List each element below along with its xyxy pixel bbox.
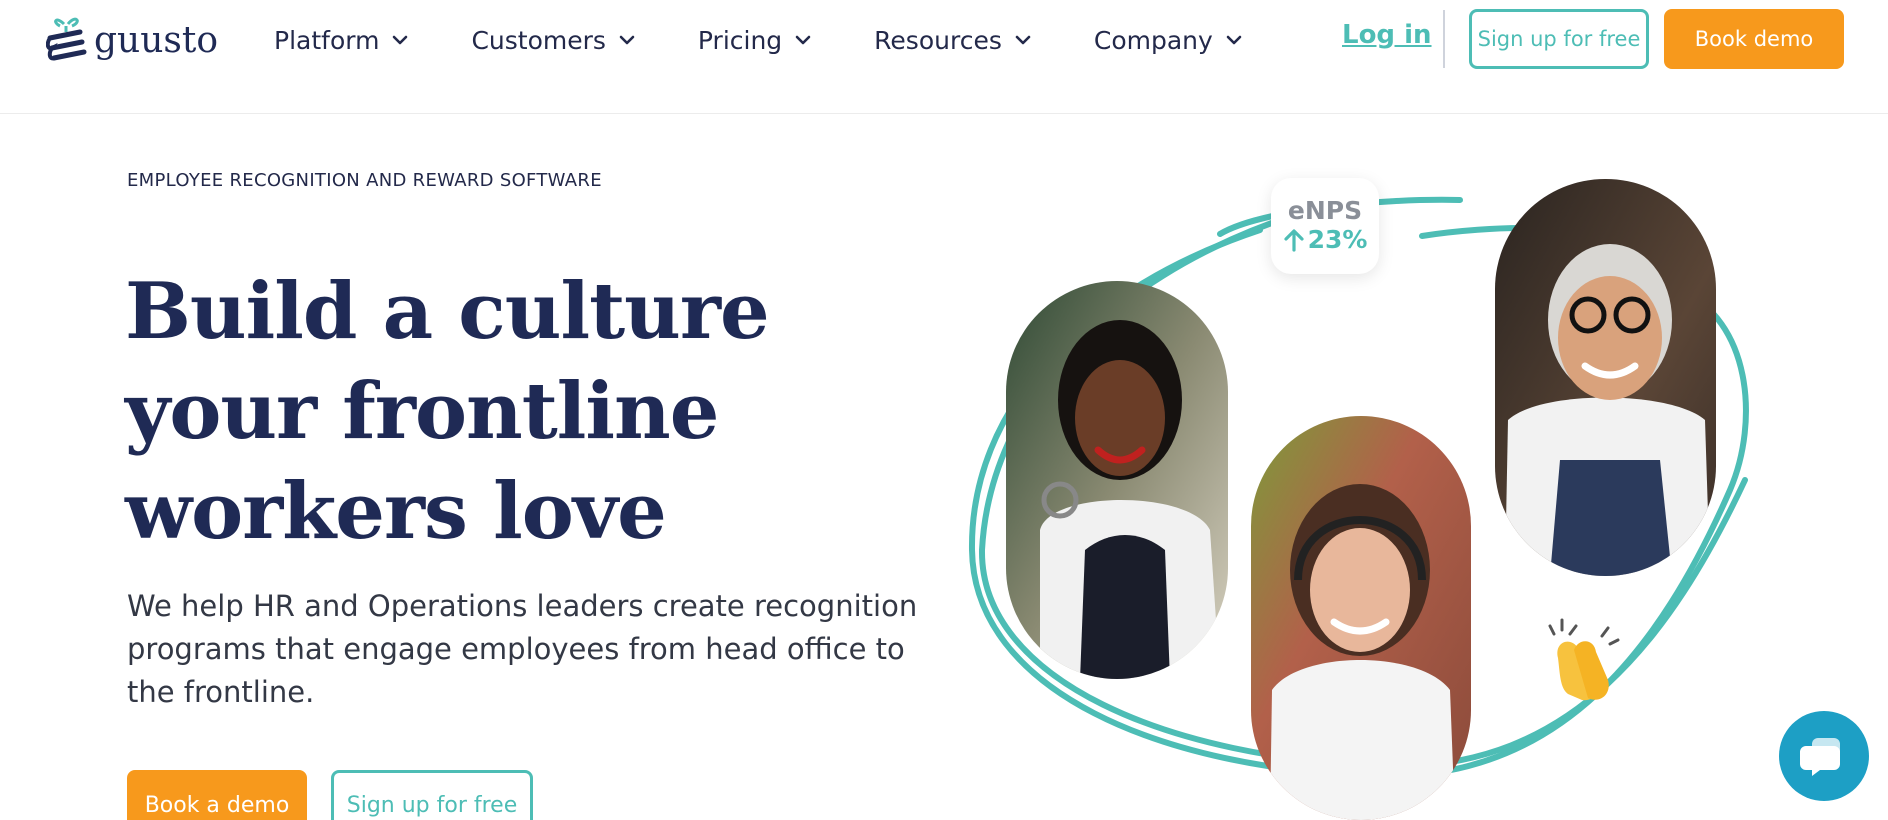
photo-support-agent [1251, 416, 1471, 820]
gift-logo-icon [46, 17, 87, 61]
nav-item-label: Pricing [697, 25, 783, 55]
hero-headline: Build a culture your frontline workers l… [125, 266, 770, 557]
enps-label: eNPS [1287, 196, 1363, 225]
chevron-down-icon [795, 35, 811, 45]
chevron-down-icon [1015, 35, 1031, 45]
chevron-down-icon [1226, 35, 1242, 45]
nav-item-label: Platform [274, 25, 380, 55]
hero-illustration [968, 179, 1749, 820]
enps-value: 23% [1307, 225, 1368, 254]
arrow-up-icon [1283, 229, 1304, 252]
nav-item-label: Company [1093, 25, 1213, 55]
enps-badge: eNPS 23% [1271, 178, 1379, 274]
nav-item-company[interactable]: Company [1094, 26, 1243, 55]
book-a-demo-button[interactable]: Book a demo [127, 770, 307, 820]
site-header: guusto Platform Customers Pricing Resour… [0, 0, 1888, 114]
header-signup-button[interactable]: Sign up for free [1469, 9, 1649, 69]
photo-senior-worker [1495, 179, 1716, 576]
brand-name: guusto [94, 19, 219, 61]
nav-divider [1443, 10, 1445, 68]
guusto-logo[interactable]: guusto [46, 12, 218, 68]
chat-widget-button[interactable] [1779, 711, 1869, 801]
login-link[interactable]: Log in [1342, 20, 1432, 50]
nav-item-pricing[interactable]: Pricing [698, 26, 812, 55]
nav-item-customers[interactable]: Customers [471, 26, 635, 55]
enps-value-row: 23% [1283, 225, 1368, 255]
header-book-demo-button[interactable]: Book demo [1664, 9, 1844, 69]
signup-free-button[interactable]: Sign up for free [331, 770, 533, 820]
chat-icon [1800, 738, 1840, 776]
nav-item-resources[interactable]: Resources [874, 26, 1032, 55]
clapping-hands-icon [1548, 618, 1620, 701]
nav-item-platform[interactable]: Platform [274, 26, 409, 55]
nav-item-label: Resources [874, 25, 1002, 55]
hero-subtext: We help HR and Operations leaders create… [127, 589, 918, 709]
chevron-down-icon [393, 35, 408, 45]
chevron-down-icon [619, 35, 635, 45]
hero-eyebrow: EMPLOYEE RECOGNITION AND REWARD SOFTWARE [127, 170, 602, 191]
nav-item-label: Customers [471, 25, 606, 55]
photo-healthcare-worker [1006, 281, 1228, 679]
main-nav: Platform Customers Pricing Resources Com… [274, 22, 1305, 58]
